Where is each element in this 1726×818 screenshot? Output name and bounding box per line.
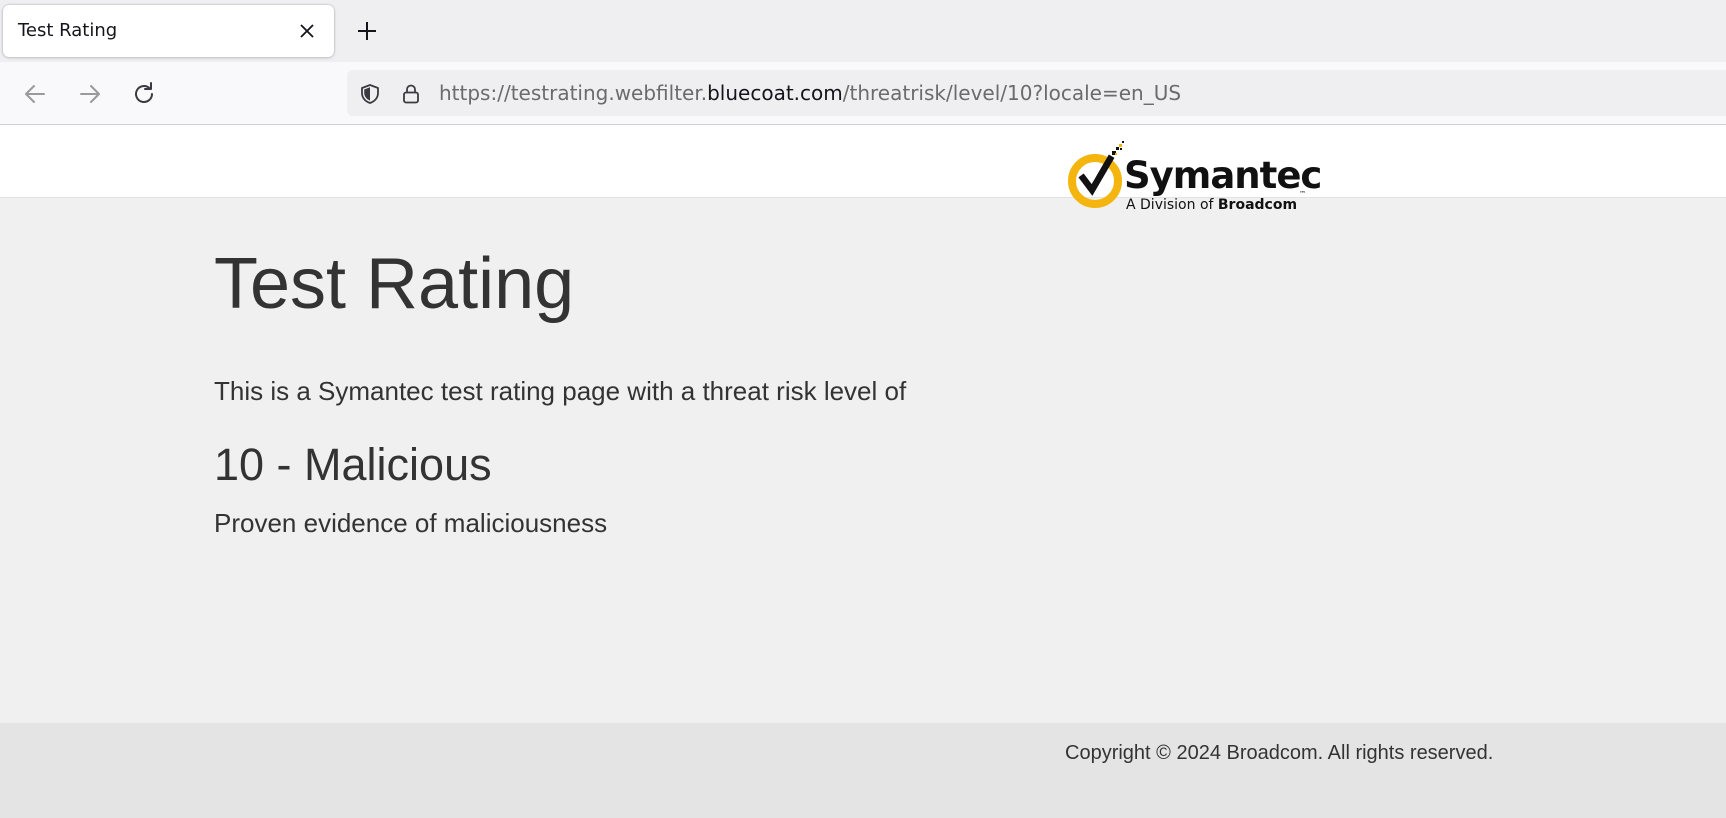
- tab-strip: Test Rating: [0, 0, 1726, 62]
- url-text[interactable]: https://testrating.webfilter.bluecoat.co…: [439, 70, 1181, 116]
- intro-text: This is a Symantec test rating page with…: [214, 376, 907, 406]
- arrow-left-icon[interactable]: [22, 81, 48, 107]
- page-title: Test Rating: [214, 244, 575, 324]
- logo-subtitle: A Division of Broadcom: [1126, 197, 1297, 213]
- plus-icon[interactable]: [357, 21, 377, 41]
- url-domain: bluecoat.com: [707, 81, 843, 105]
- threat-level: 10 - Malicious: [214, 439, 492, 490]
- site-header: Symantec ™ A Division of Broadcom: [0, 125, 1726, 213]
- shield-icon[interactable]: [359, 83, 381, 105]
- logo-subtitle-brand: Broadcom: [1217, 197, 1298, 213]
- threat-description: Proven evidence of maliciousness: [214, 508, 608, 538]
- footer: Copyright © 2024 Broadcom. All rights re…: [0, 723, 1726, 818]
- copyright-text: Copyright © 2024 Broadcom. All rights re…: [1065, 742, 1494, 764]
- symantec-logo: Symantec ™ A Division of Broadcom: [1066, 135, 1326, 213]
- tab-test-rating[interactable]: Test Rating: [3, 5, 334, 57]
- logo-subtitle-prefix: A Division of: [1126, 197, 1218, 213]
- navigation-toolbar: https://testrating.webfilter.bluecoat.co…: [0, 62, 1726, 125]
- logo-wordmark: Symantec: [1124, 154, 1322, 197]
- arrow-right-icon[interactable]: [77, 81, 103, 107]
- logo-trademark: ™: [1299, 190, 1306, 198]
- url-path: /threatrisk/level/10?locale=en_US: [842, 81, 1182, 105]
- address-bar[interactable]: https://testrating.webfilter.bluecoat.co…: [347, 70, 1726, 116]
- lock-icon[interactable]: [400, 83, 422, 105]
- tab-title: Test Rating: [18, 20, 118, 41]
- close-icon[interactable]: [299, 23, 315, 39]
- reload-icon[interactable]: [131, 81, 157, 107]
- url-prefix: https://testrating.webfilter.: [439, 81, 708, 105]
